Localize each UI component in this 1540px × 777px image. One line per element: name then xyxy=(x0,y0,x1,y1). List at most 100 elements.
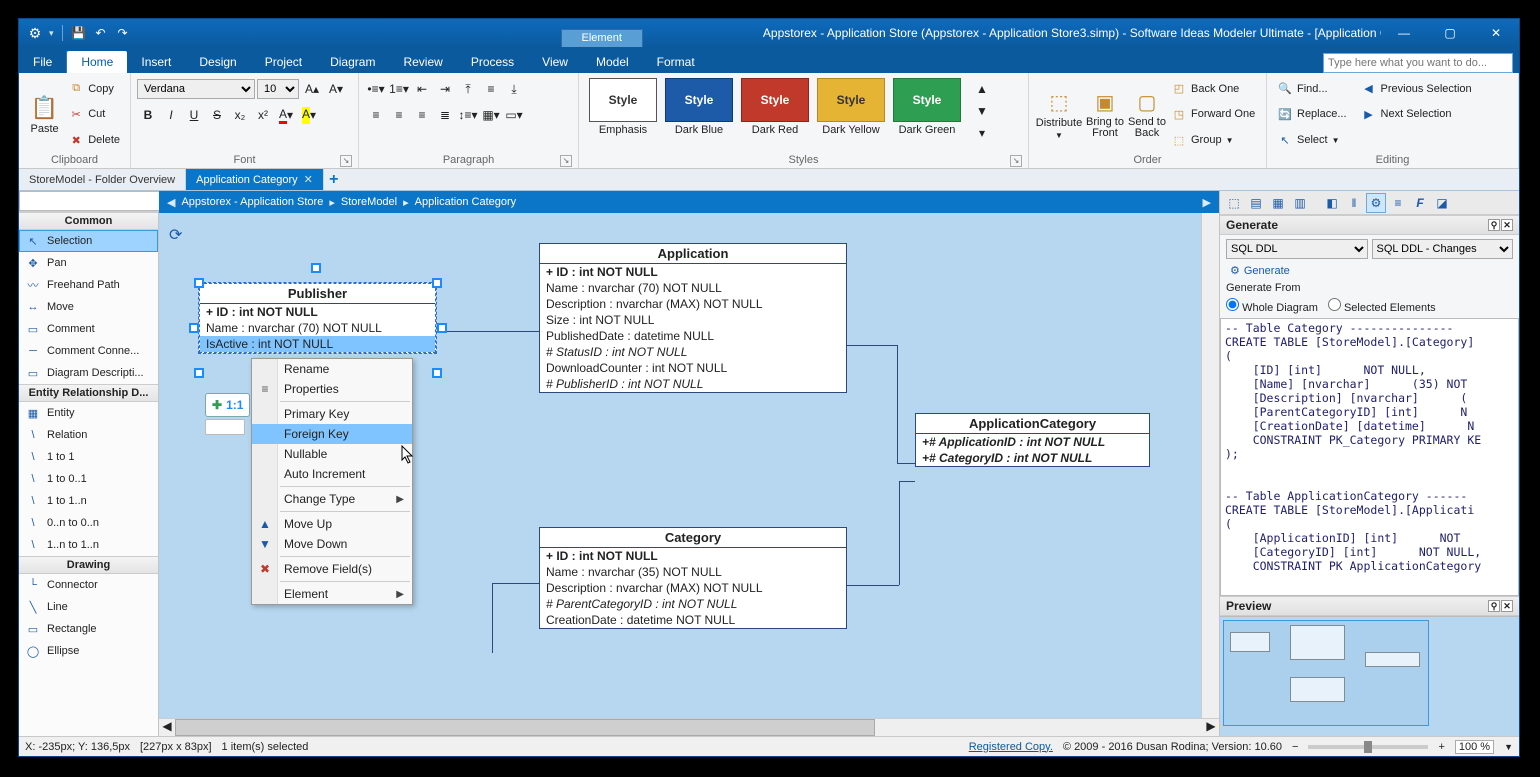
style-emphasis[interactable]: StyleEmphasis xyxy=(585,78,661,136)
generate-button[interactable]: ⚙Generate xyxy=(1226,263,1513,278)
style-button[interactable]: Style xyxy=(893,78,961,122)
preview-thumbnail[interactable] xyxy=(1220,616,1519,736)
doctab-application-category[interactable]: Application Category✕ xyxy=(186,169,324,190)
toolbox-item-selection[interactable]: ↖Selection xyxy=(19,230,158,252)
entity-category[interactable]: Category + ID : int NOT NULLName : nvarc… xyxy=(539,527,847,629)
redo-icon[interactable]: ↷ xyxy=(115,25,131,41)
toolbox-item-relation[interactable]: \Relation xyxy=(19,424,158,446)
indent-button[interactable]: ⇥ xyxy=(434,78,456,100)
font-family-select[interactable]: Verdana xyxy=(137,79,255,99)
tab-design[interactable]: Design xyxy=(185,51,250,73)
crumb-2[interactable]: StoreModel xyxy=(341,196,397,208)
ctx-nullable[interactable]: Nullable xyxy=(252,444,412,464)
relation-chip-blank[interactable] xyxy=(205,419,245,435)
entity-field[interactable]: # StatusID : int NOT NULL xyxy=(540,344,846,360)
tab-insert[interactable]: Insert xyxy=(127,51,185,73)
align-left-button[interactable]: ≡ xyxy=(365,104,387,126)
toolbox-group-header[interactable]: Entity Relationship D... xyxy=(19,384,158,402)
back-one-button[interactable]: ◰Back One xyxy=(1167,80,1259,98)
toolbox-item-connector[interactable]: └Connector xyxy=(19,574,158,596)
toolbox-item-1-to-1-n[interactable]: \1 to 1..n xyxy=(19,490,158,512)
prev-selection-button[interactable]: ◀Previous Selection xyxy=(1357,80,1476,98)
zoom-in-button[interactable]: + xyxy=(1438,741,1444,753)
entity-field[interactable]: # PublisherID : int NOT NULL xyxy=(540,376,846,392)
ctx-foreign-key[interactable]: Foreign Key xyxy=(252,424,412,444)
tab-diagram[interactable]: Diagram xyxy=(316,51,389,73)
underline-button[interactable]: U xyxy=(183,104,205,126)
outdent-button[interactable]: ⇤ xyxy=(411,78,433,100)
rtool-2[interactable]: ▤ xyxy=(1246,193,1266,213)
bold-button[interactable]: B xyxy=(137,104,159,126)
toolbox-item-comment[interactable]: ▭Comment xyxy=(19,318,158,340)
align-bottom-button[interactable]: ⤓ xyxy=(503,78,525,100)
close-panel-icon[interactable]: ✕ xyxy=(1501,600,1513,612)
entity-field[interactable]: IsActive : int NOT NULL xyxy=(200,336,435,352)
forward-one-button[interactable]: ◳Forward One xyxy=(1167,105,1259,123)
diagram-canvas[interactable]: ⟳ Publisher + ID : int NOT NULL xyxy=(159,213,1201,718)
entity-field[interactable]: Size : int NOT NULL xyxy=(540,312,846,328)
entity-field[interactable]: CreationDate : datetime NOT NULL xyxy=(540,612,846,628)
radio-selected-elements[interactable]: Selected Elements xyxy=(1328,298,1436,314)
highlight-button[interactable]: A▾ xyxy=(298,104,320,126)
subscript-button[interactable]: x₂ xyxy=(229,104,251,126)
entity-field[interactable]: + ID : int NOT NULL xyxy=(540,548,846,564)
toolbox-group-header[interactable]: Drawing xyxy=(19,556,158,574)
cut-button[interactable]: ✂Cut xyxy=(64,105,124,123)
replace-button[interactable]: 🔄Replace... xyxy=(1273,105,1351,123)
entity-field[interactable]: # ParentCategoryID : int NOT NULL xyxy=(540,596,846,612)
increase-font-icon[interactable]: A▴ xyxy=(301,78,323,100)
relation-chip[interactable]: ✚1:1 xyxy=(205,393,250,417)
ctx-properties[interactable]: ≡Properties xyxy=(252,379,412,399)
qat-dropdown-icon[interactable]: ▾ xyxy=(49,28,54,39)
numbering-button[interactable]: 1≡▾ xyxy=(388,78,410,100)
delete-button[interactable]: ✖Delete xyxy=(64,131,124,149)
canvas-scrollbar-v[interactable] xyxy=(1201,213,1219,718)
strike-button[interactable]: S xyxy=(206,104,228,126)
font-launcher-icon[interactable]: ↘ xyxy=(340,155,352,167)
font-size-select[interactable]: 10 xyxy=(257,79,299,99)
align-center-button[interactable]: ≡ xyxy=(388,104,410,126)
add-tab-button[interactable]: + xyxy=(324,171,344,189)
style-button[interactable]: Style xyxy=(741,78,809,122)
toolbox-item-entity[interactable]: ▦Entity xyxy=(19,402,158,424)
line-spacing-button[interactable]: ↕≡▾ xyxy=(457,104,479,126)
ctx-change-type[interactable]: Change Type▶ xyxy=(252,489,412,509)
ctx-rename[interactable]: Rename xyxy=(252,359,412,379)
italic-button[interactable]: I xyxy=(160,104,182,126)
borders-button[interactable]: ▦▾ xyxy=(480,104,502,126)
styles-down-icon[interactable]: ▼ xyxy=(971,100,993,122)
styles-up-icon[interactable]: ▲ xyxy=(971,78,993,100)
entity-field[interactable]: Name : nvarchar (70) NOT NULL xyxy=(200,320,435,336)
toolbox-item-freehand-path[interactable]: 〰Freehand Path xyxy=(19,274,158,296)
close-button[interactable]: ✕ xyxy=(1473,19,1519,47)
ctx-move-down[interactable]: ▼Move Down xyxy=(252,534,412,554)
entity-application[interactable]: Application + ID : int NOT NULLName : nv… xyxy=(539,243,847,393)
tab-project[interactable]: Project xyxy=(251,51,316,73)
toolbox-item-1-n-to-1-n[interactable]: \1..n to 1..n xyxy=(19,534,158,556)
styles-more-icon[interactable]: ▾ xyxy=(971,122,993,144)
help-search-input[interactable] xyxy=(1323,53,1513,73)
entity-field[interactable]: DownloadCounter : int NOT NULL xyxy=(540,360,846,376)
entity-applicationcategory[interactable]: ApplicationCategory +# ApplicationID : i… xyxy=(915,413,1150,467)
entity-field[interactable]: Name : nvarchar (70) NOT NULL xyxy=(540,280,846,296)
contextual-tab[interactable]: Element xyxy=(561,29,643,47)
entity-field[interactable]: +# ApplicationID : int NOT NULL xyxy=(916,434,1149,450)
ctx-remove-field-s[interactable]: ✖Remove Field(s) xyxy=(252,559,412,579)
ctx-element[interactable]: Element▶ xyxy=(252,584,412,604)
tab-process[interactable]: Process xyxy=(457,51,528,73)
style-button[interactable]: Style xyxy=(817,78,885,122)
close-panel-icon[interactable]: ✕ xyxy=(1501,219,1513,231)
toolbox-item-1-to-1[interactable]: \1 to 1 xyxy=(19,446,158,468)
style-button[interactable]: Style xyxy=(665,78,733,122)
rtool-1[interactable]: ⬚ xyxy=(1224,193,1244,213)
rtool-10[interactable]: ◪ xyxy=(1432,193,1452,213)
entity-publisher[interactable]: Publisher + ID : int NOT NULLName : nvar… xyxy=(199,283,436,353)
pin-icon[interactable]: ⚲ xyxy=(1488,219,1500,231)
zoom-dropdown-icon[interactable]: ▼ xyxy=(1504,742,1513,752)
zoom-out-button[interactable]: − xyxy=(1292,741,1298,753)
entity-field[interactable]: Description : nvarchar (MAX) NOT NULL xyxy=(540,296,846,312)
tab-review[interactable]: Review xyxy=(389,51,456,73)
next-selection-button[interactable]: ▶Next Selection xyxy=(1357,105,1476,123)
entity-field[interactable]: + ID : int NOT NULL xyxy=(540,264,846,280)
style-dark-blue[interactable]: StyleDark Blue xyxy=(661,78,737,136)
